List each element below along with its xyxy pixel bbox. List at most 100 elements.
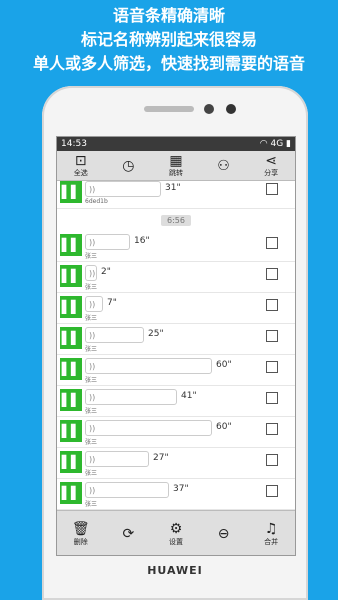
voice-message-icon[interactable]: ▌▌	[60, 358, 82, 380]
voice-message-icon[interactable]: ▌▌	[60, 389, 82, 411]
voice-message-row[interactable]: ▌▌)) 37" 张三	[57, 479, 295, 510]
jump-button[interactable]: ▦ 跳转	[156, 151, 196, 180]
filter-people-button[interactable]: ⚇	[204, 151, 244, 180]
wifi-icon: ◠	[259, 139, 268, 149]
history-button[interactable]: ◷	[108, 151, 148, 180]
share-icon: ⋖	[265, 152, 278, 169]
sender-name: 张三	[85, 470, 98, 477]
status-indicators: ◠ 4G ▮	[260, 139, 291, 149]
refresh-icon: ⟳	[122, 525, 135, 542]
promo-line-2: 标记名称辨别起来很容易	[80, 30, 257, 49]
voice-duration: 41"	[181, 391, 197, 401]
voice-message-icon[interactable]: ▌▌	[60, 420, 82, 442]
voice-duration: 25"	[148, 329, 164, 339]
back-arrow-icon: ⊖	[217, 525, 230, 542]
voice-message-row[interactable]: ▌▌)) 25" 张三	[57, 324, 295, 355]
phone-sensor	[204, 104, 214, 114]
voice-bubble[interactable]: ))	[85, 389, 177, 405]
status-bar: 14:53 ◠ 4G ▮	[57, 137, 295, 151]
select-checkbox[interactable]	[266, 330, 278, 342]
voice-bubble[interactable]: ))	[85, 234, 130, 250]
phone-frame: 14:53 ◠ 4G ▮ ⊡ 全选 ◷ ▦ 跳转 ⚇ ⋖ 分享 ▌▌)) 31…	[42, 86, 308, 600]
select-checkbox[interactable]	[266, 423, 278, 435]
voice-bubble[interactable]: ))	[85, 451, 149, 467]
select-all-button[interactable]: ⊡ 全选	[61, 151, 101, 180]
voice-message-row[interactable]: ▌▌)) 16" 张三	[57, 231, 295, 262]
select-checkbox[interactable]	[266, 454, 278, 466]
voice-message-rows: ▌▌)) 16" 张三 ▌▌)) 2" 张三 ▌▌)) 7" 张三 ▌▌)) 25" 张三 ▌▌)) 60…	[57, 231, 295, 510]
sender-name: 6ded1b	[85, 198, 108, 205]
gear-icon: ⚙	[169, 520, 183, 537]
merge-button[interactable]: ♫ 合并	[251, 521, 291, 547]
refresh-button[interactable]: ⟳	[108, 526, 148, 542]
voice-duration: 16"	[134, 236, 150, 246]
phone-brand: HUAWEI	[147, 564, 203, 577]
voice-message-row[interactable]: ▌▌ )) 31" 6ded1b	[57, 181, 295, 209]
voice-message-icon[interactable]: ▌▌	[60, 265, 82, 287]
voice-duration: 2"	[101, 267, 111, 277]
promo-line-3: 单人或多人筛选，快速找到需要的语音	[32, 54, 305, 73]
voice-message-icon[interactable]: ▌▌	[60, 234, 82, 256]
merge-label: 合并	[264, 537, 279, 546]
voice-message-row[interactable]: ▌▌)) 60" 张三	[57, 355, 295, 386]
promo-line-1: 语音条精确清晰	[112, 6, 225, 25]
select-checkbox[interactable]	[266, 299, 278, 311]
voice-bubble[interactable]: ))	[85, 358, 212, 374]
voice-bubble[interactable]: ))	[85, 482, 169, 498]
voice-bubble[interactable]: ))	[85, 420, 212, 436]
play-sound-icon: ))	[89, 454, 96, 464]
play-sound-icon: ))	[89, 237, 96, 247]
status-time: 14:53	[61, 139, 87, 149]
music-note-icon: ♫	[264, 520, 278, 537]
timestamp-label: 6:56	[161, 214, 191, 226]
voice-bubble[interactable]: ))	[85, 265, 97, 281]
settings-label: 设置	[168, 537, 183, 546]
voice-message-row[interactable]: ▌▌)) 27" 张三	[57, 448, 295, 479]
voice-message-row[interactable]: ▌▌)) 60" 张三	[57, 417, 295, 448]
voice-message-row[interactable]: ▌▌)) 41" 张三	[57, 386, 295, 417]
play-sound-icon: ))	[89, 423, 96, 433]
sender-name: 张三	[85, 253, 98, 260]
play-sound-icon: ))	[89, 184, 96, 194]
voice-duration: 37"	[173, 484, 189, 494]
voice-message-icon[interactable]: ▌▌	[60, 327, 82, 349]
delete-button[interactable]: 🗑 删除	[61, 521, 101, 547]
play-sound-icon: ))	[89, 392, 96, 402]
sender-name: 张三	[85, 315, 98, 322]
jump-label: 跳转	[168, 168, 183, 177]
voice-message-row[interactable]: ▌▌)) 7" 张三	[57, 293, 295, 324]
select-checkbox[interactable]	[266, 392, 278, 404]
sender-name: 张三	[85, 439, 98, 446]
calendar-icon: ▦	[169, 152, 183, 169]
battery-icon: ▮	[286, 139, 291, 149]
voice-message-list[interactable]: ▌▌ )) 31" 6ded1b 6:56 ▌▌)) 16" 张三 ▌▌)) 2" 张三 ▌…	[57, 181, 295, 510]
voice-message-row[interactable]: ▌▌)) 2" 张三	[57, 262, 295, 293]
select-checkbox[interactable]	[266, 183, 278, 195]
play-sound-icon: ))	[89, 268, 96, 278]
select-checkbox[interactable]	[266, 485, 278, 497]
settings-button[interactable]: ⚙ 设置	[156, 521, 196, 547]
play-sound-icon: ))	[89, 299, 96, 309]
voice-message-icon[interactable]: ▌▌	[60, 451, 82, 473]
app-screen: 14:53 ◠ 4G ▮ ⊡ 全选 ◷ ▦ 跳转 ⚇ ⋖ 分享 ▌▌)) 31…	[56, 136, 296, 556]
select-checkbox[interactable]	[266, 361, 278, 373]
voice-bubble[interactable]: ))	[85, 327, 144, 343]
back-button[interactable]: ⊖	[204, 526, 244, 542]
share-button[interactable]: ⋖ 分享	[251, 151, 291, 180]
people-icon: ⚇	[217, 157, 230, 174]
select-all-label: 全选	[73, 168, 88, 177]
voice-bubble[interactable]: ))	[85, 181, 161, 197]
select-checkbox[interactable]	[266, 268, 278, 280]
voice-message-icon[interactable]: ▌▌	[60, 482, 82, 504]
voice-bubble[interactable]: ))	[85, 296, 103, 312]
voice-duration: 60"	[216, 422, 232, 432]
trash-icon: 🗑	[71, 520, 90, 537]
select-checkbox[interactable]	[266, 237, 278, 249]
play-sound-icon: ))	[89, 361, 96, 371]
voice-message-icon[interactable]: ▌▌	[60, 296, 82, 318]
voice-message-icon[interactable]: ▌▌	[60, 181, 82, 203]
play-sound-icon: ))	[89, 485, 96, 495]
delete-label: 删除	[73, 537, 88, 546]
sender-name: 张三	[85, 408, 98, 415]
phone-speaker	[144, 106, 194, 112]
